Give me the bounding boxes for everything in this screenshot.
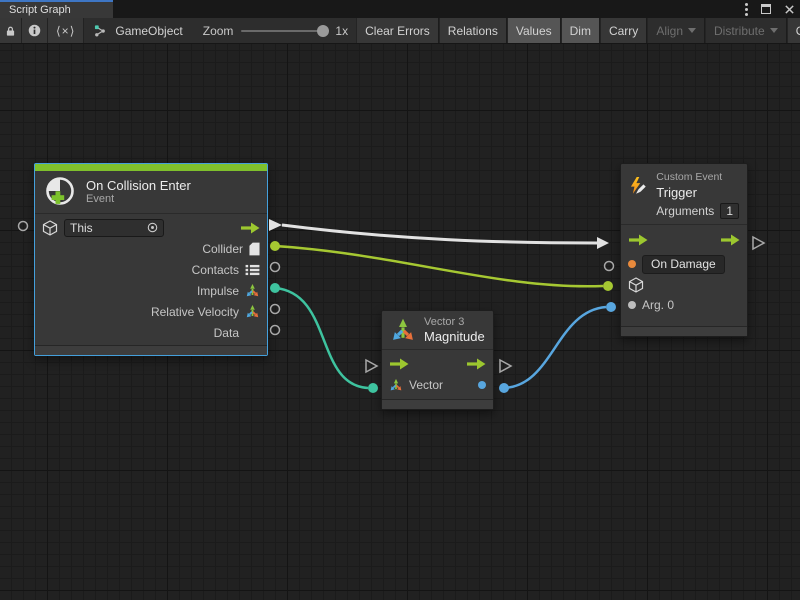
wire-magnitude	[504, 307, 606, 388]
target-object-field[interactable]: This	[64, 219, 164, 237]
event-accent-bar	[35, 164, 267, 171]
port-magnitude-out[interactable]	[499, 383, 509, 393]
wire-impulse	[275, 288, 368, 388]
lock-icon	[6, 24, 15, 38]
port-label-relative-velocity: Relative Velocity	[151, 305, 239, 319]
object-picker-icon[interactable]	[147, 222, 158, 233]
node-custom-event-trigger[interactable]: Custom Event Trigger Arguments 1	[620, 163, 748, 337]
node-footer	[35, 345, 267, 355]
port-relative-velocity-out[interactable]	[271, 305, 280, 314]
relations-button[interactable]: Relations	[439, 18, 507, 43]
code-icon: ⟨×⟩	[56, 24, 75, 38]
window-menu-icon[interactable]	[745, 3, 748, 16]
script-graph-window: Script Graph ⟨×⟩	[0, 0, 800, 600]
chevron-down-icon	[770, 28, 778, 33]
tab-bar: Script Graph	[0, 0, 800, 18]
node-on-collision-enter[interactable]: On Collision Enter Event This	[34, 163, 268, 356]
edit-script-button[interactable]: ⟨×⟩	[48, 18, 84, 43]
vector3-icon	[389, 378, 403, 392]
event-name-field[interactable]: On Damage	[642, 255, 725, 274]
align-dropdown[interactable]: Align	[647, 18, 705, 43]
clear-errors-button[interactable]: Clear Errors	[356, 18, 439, 43]
port-label-contacts: Contacts	[192, 263, 239, 277]
flow-out-arrow-icon	[720, 234, 740, 246]
wire-collider	[275, 246, 603, 286]
dim-toggle[interactable]: Dim	[561, 18, 600, 43]
node-footer	[382, 399, 493, 409]
string-port-dot	[628, 260, 636, 268]
port-label-data: Data	[214, 326, 239, 340]
port-v3-flow-in[interactable]	[366, 360, 377, 372]
graph-toolbar: ⟨×⟩ GameObject Zoom 1x Clear Errors Rela…	[0, 18, 800, 44]
port-flow-in-connected[interactable]	[597, 237, 609, 249]
graph-reference[interactable]: GameObject	[84, 18, 192, 43]
node-title: Magnitude	[424, 329, 485, 344]
port-v3-flow-out[interactable]	[500, 360, 511, 372]
port-collider-out[interactable]	[270, 241, 280, 251]
node-category: Custom Event	[656, 171, 739, 184]
overview-button[interactable]: Overv	[787, 18, 800, 43]
list-icon	[245, 264, 260, 276]
document-icon	[249, 242, 260, 256]
float-output-dot	[478, 381, 486, 389]
arguments-count-field[interactable]: 1	[720, 203, 739, 219]
close-icon[interactable]	[784, 4, 795, 15]
graph-icon	[94, 24, 109, 38]
node-title: On Collision Enter	[86, 178, 191, 193]
flow-out-arrow-icon	[466, 358, 486, 370]
gameobject-cube-icon	[628, 277, 644, 293]
port-label-collider: Collider	[202, 242, 243, 256]
tab-script-graph[interactable]: Script Graph	[0, 0, 113, 18]
port-impulse-out[interactable]	[270, 283, 280, 293]
maximize-icon[interactable]	[761, 4, 771, 14]
wire-flow	[282, 225, 597, 243]
port-label-impulse: Impulse	[197, 284, 239, 298]
collision-event-icon	[43, 175, 77, 209]
port-label-vector: Vector	[409, 378, 443, 392]
object-port-dot	[628, 301, 636, 309]
node-title: Trigger	[656, 185, 739, 200]
info-icon	[28, 24, 41, 37]
port-contacts-out[interactable]	[271, 263, 280, 272]
zoom-label: Zoom	[203, 24, 234, 38]
port-this-in[interactable]	[19, 222, 28, 231]
vector3-icon	[390, 317, 416, 343]
node-vector3-magnitude[interactable]: Vector 3 Magnitude	[381, 310, 494, 410]
port-vector-in[interactable]	[368, 383, 378, 393]
vector3-icon	[245, 283, 260, 298]
graph-ref-label: GameObject	[115, 24, 182, 38]
chevron-down-icon	[688, 28, 696, 33]
carry-button[interactable]: Carry	[600, 18, 647, 43]
values-toggle[interactable]: Values	[507, 18, 561, 43]
port-target-in[interactable]	[603, 281, 613, 291]
port-data-out[interactable]	[271, 326, 280, 335]
zoom-slider[interactable]	[241, 30, 327, 32]
vector3-icon	[245, 304, 260, 319]
inspect-button[interactable]	[22, 18, 48, 43]
port-label-arg0: Arg. 0	[642, 298, 674, 312]
node-subtitle: Event	[86, 193, 191, 206]
custom-event-icon	[629, 171, 648, 201]
node-type-label: Vector 3	[424, 316, 485, 329]
node-footer	[621, 326, 747, 336]
tab-label: Script Graph	[9, 4, 71, 16]
arguments-label: Arguments	[656, 204, 714, 218]
port-event-name-in[interactable]	[605, 262, 614, 271]
port-ce-flow-out[interactable]	[753, 237, 764, 249]
flow-in-arrow-icon	[389, 358, 409, 370]
flow-out-arrow-icon	[240, 222, 260, 234]
gameobject-cube-icon	[42, 220, 58, 236]
distribute-dropdown[interactable]: Distribute	[705, 18, 787, 43]
zoom-control: Zoom 1x	[193, 18, 356, 43]
flow-in-arrow-icon	[628, 234, 648, 246]
lock-button[interactable]	[0, 18, 22, 43]
port-flow-out-connected[interactable]	[269, 219, 282, 231]
graph-canvas[interactable]: On Collision Enter Event This	[0, 44, 800, 600]
zoom-value: 1x	[335, 24, 348, 38]
port-arg0-in[interactable]	[606, 302, 616, 312]
zoom-slider-handle[interactable]	[317, 25, 329, 37]
